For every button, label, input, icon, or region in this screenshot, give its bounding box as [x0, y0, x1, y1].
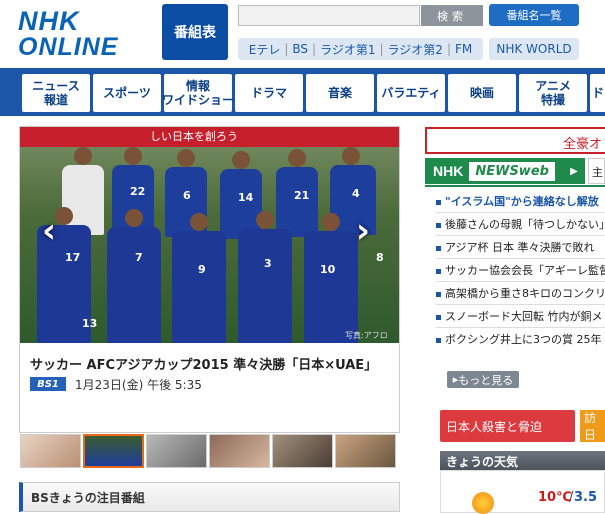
logo-line-2: ONLINE — [18, 33, 119, 61]
prev-slide-icon[interactable]: ‹ — [42, 211, 56, 251]
jersey-number: 10 — [320, 263, 336, 276]
news-item[interactable]: スノーボード大回転 竹内が銅メ — [445, 308, 605, 326]
visit-japan-button[interactable]: 訪日 — [580, 410, 605, 442]
thumbnail[interactable] — [335, 434, 396, 468]
news-separator — [436, 258, 605, 259]
bullet-icon — [436, 200, 441, 205]
news-item[interactable]: 後藤さんの母親「待つしかない」 — [445, 216, 605, 234]
high-temperature: 10℃ — [538, 490, 572, 505]
nhk-newsweb-header[interactable]: NHK NEWSweb — [425, 158, 585, 184]
news-separator — [436, 235, 605, 236]
feature-title[interactable]: サッカー AFCアジアカップ2015 準々決勝「日本×UAE」 — [30, 354, 377, 373]
news-item[interactable]: "イスラム国"から連絡なし解放 — [445, 193, 605, 211]
jersey-number: 8 — [376, 251, 384, 264]
next-slide-icon[interactable]: › — [356, 211, 370, 251]
news-separator — [436, 327, 605, 328]
news-separator — [436, 304, 605, 305]
newsweb-next-icon[interactable]: ▶ — [566, 160, 582, 182]
bullet-icon — [436, 223, 441, 228]
jersey-number: 17 — [65, 251, 81, 264]
genre-news[interactable]: ニュース 報道 — [22, 74, 90, 112]
program-table-button[interactable]: 番組表 — [162, 4, 228, 60]
jersey-number: 3 — [264, 257, 272, 270]
newsweb-nhk-label: NHK — [433, 163, 464, 179]
feature-broadcast-date: 1月23日(金) 午後 5:35 — [75, 378, 202, 392]
bs-today-heading: BSきょうの注目番組 — [19, 482, 400, 512]
bullet-icon — [436, 269, 441, 274]
nhk-world-button[interactable]: NHK WORLD — [489, 38, 579, 60]
thumbnail[interactable] — [146, 434, 207, 468]
genre-sports[interactable]: スポーツ — [93, 74, 161, 112]
jersey-number: 14 — [238, 191, 254, 204]
jersey-number: 13 — [82, 317, 98, 330]
bullet-icon — [436, 292, 441, 297]
channel-links: Eテレ | BS | ラジオ第1 | ラジオ第2 | FM — [238, 38, 483, 60]
bullet-icon — [436, 246, 441, 251]
bullet-icon — [436, 315, 441, 320]
news-item[interactable]: ボクシング井上に3つの賞 25年 — [445, 331, 605, 349]
feature-photo[interactable]: しい日本を創ろう ‹ › 22 6 14 21 4 17 7 9 3 10 8 … — [20, 127, 399, 343]
jersey-number: 21 — [294, 189, 310, 202]
low-temperature: 3.5 — [574, 490, 598, 505]
bs1-channel-badge: BS1 — [30, 377, 66, 391]
nhk-online-logo[interactable]: NHK ONLINE — [18, 8, 146, 64]
genre-drama[interactable]: ドラマ — [235, 74, 303, 112]
weather-header: きょうの天気 — [440, 451, 605, 470]
thumbnail-selected[interactable] — [83, 434, 144, 468]
news-separator — [436, 212, 605, 213]
genre-music[interactable]: 音楽 — [306, 74, 374, 112]
news-item[interactable]: 高架橋から重さ8キロのコンクリ — [445, 285, 605, 303]
jersey-number: 4 — [352, 187, 360, 200]
genre-anime[interactable]: アニメ 特撮 — [519, 74, 587, 112]
side-tab[interactable]: 主 — [588, 158, 605, 184]
channel-link-bs[interactable]: BS — [292, 42, 308, 56]
news-divider — [425, 185, 605, 187]
jersey-number: 7 — [135, 251, 143, 264]
news-separator — [436, 281, 605, 282]
bullet-icon — [436, 338, 441, 343]
jersey-number: 22 — [130, 185, 146, 198]
alert-banner[interactable]: 全豪オ — [425, 127, 605, 154]
more-news-button[interactable]: ▸ もっと見る — [447, 371, 519, 388]
channel-link-fm[interactable]: FM — [455, 42, 472, 56]
logo-line-1: NHK — [18, 6, 80, 36]
channel-link-radio1[interactable]: ラジオ第1 — [320, 41, 375, 58]
thumbnail[interactable] — [209, 434, 270, 468]
thumbnail[interactable] — [20, 434, 81, 468]
channel-link-radio2[interactable]: ラジオ第2 — [388, 41, 443, 58]
jersey-number: 9 — [198, 263, 206, 276]
genre-documentary[interactable]: ドキ — [590, 74, 605, 112]
temperature-separator: / — [569, 490, 574, 505]
search-input[interactable] — [238, 5, 420, 26]
genre-movie[interactable]: 映画 — [448, 74, 516, 112]
jersey-number: 6 — [183, 189, 191, 202]
sunny-weather-icon — [472, 492, 494, 514]
program-name-list-button[interactable]: 番組名一覧 — [489, 4, 579, 26]
thumbnail[interactable] — [272, 434, 333, 468]
search-button[interactable]: 検索 — [421, 5, 483, 26]
more-news-label: もっと見る — [458, 373, 514, 387]
genre-variety[interactable]: バラエティ — [377, 74, 445, 112]
channel-link-etv[interactable]: Eテレ — [249, 41, 281, 58]
news-item[interactable]: サッカー協会会長「アギーレ監督 — [445, 262, 605, 280]
photo-banner-text: しい日本を創ろう — [20, 127, 399, 147]
feature-thumbnail-strip — [20, 434, 400, 470]
genre-info-wideshow[interactable]: 情報 ワイドショー — [162, 74, 234, 112]
special-topic-button[interactable]: 日本人殺害と脅迫 — [440, 410, 575, 442]
photo-credit: 写真:アフロ — [345, 331, 388, 340]
newsweb-label: NEWSweb — [469, 161, 555, 181]
news-item[interactable]: アジア杯 日本 準々決勝で敗れ — [445, 239, 605, 257]
